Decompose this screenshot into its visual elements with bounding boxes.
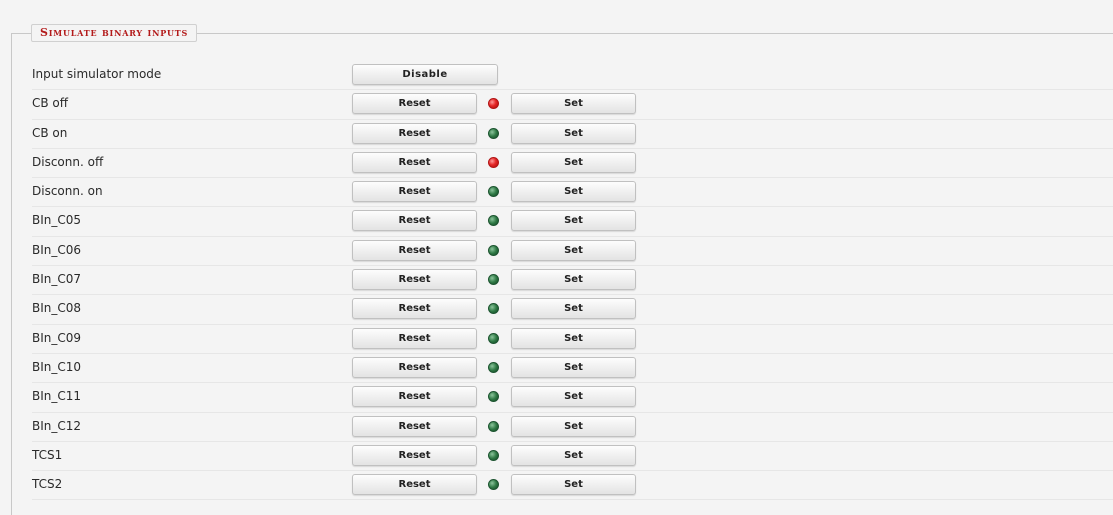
- set-button-bin-c08[interactable]: Set: [511, 298, 636, 320]
- reset-button-cb-off[interactable]: Reset: [352, 93, 477, 115]
- set-button-tcs2[interactable]: Set: [511, 474, 636, 496]
- status-led-icon: [488, 215, 499, 227]
- binary-input-label: BIn_C09: [32, 330, 82, 345]
- set-button-cb-on[interactable]: Set: [511, 122, 636, 144]
- section-title: Simulate binary inputs: [31, 24, 198, 42]
- reset-button-bin-c05[interactable]: Reset: [352, 210, 477, 232]
- reset-button-bin-c10[interactable]: Reset: [352, 356, 477, 378]
- set-button-bin-c06[interactable]: Set: [511, 239, 636, 261]
- reset-button-disconn-on[interactable]: Reset: [352, 181, 477, 203]
- binary-input-label: TCS2: [32, 477, 63, 492]
- input-simulator-mode-label: Input simulator mode: [32, 67, 162, 81]
- reset-button-cb-on[interactable]: Reset: [352, 122, 477, 144]
- status-led-icon: [488, 391, 499, 403]
- status-led-icon: [488, 479, 499, 491]
- binary-input-row-cb-off: CB off Reset Set: [32, 90, 1113, 120]
- reset-button-bin-c06[interactable]: Reset: [352, 239, 477, 261]
- set-button-bin-c11[interactable]: Set: [511, 386, 636, 408]
- binary-input-label: Disconn. on: [32, 184, 103, 199]
- binary-input-row-bin-c12: BIn_C12 Reset Set: [32, 413, 1113, 443]
- binary-input-label: BIn_C06: [32, 242, 82, 257]
- reset-button-bin-c07[interactable]: Reset: [352, 269, 477, 291]
- binary-input-row-disconn-on: Disconn. on Reset Set: [32, 178, 1113, 208]
- binary-input-row-bin-c11: BIn_C11 Reset Set: [32, 383, 1113, 413]
- status-led-icon: [488, 303, 499, 315]
- binary-input-row-disconn-off: Disconn. off Reset Set: [32, 149, 1113, 179]
- reset-button-bin-c11[interactable]: Reset: [352, 386, 477, 408]
- status-led-icon: [488, 449, 499, 461]
- status-led-icon: [488, 127, 499, 139]
- set-button-bin-c07[interactable]: Set: [511, 269, 636, 291]
- binary-input-row-bin-c10: BIn_C10 Reset Set: [32, 354, 1113, 384]
- status-led-icon: [488, 274, 499, 286]
- binary-input-row-tcs1: TCS1 Reset Set: [32, 442, 1113, 472]
- binary-input-label: BIn_C05: [32, 213, 82, 228]
- binary-input-label: BIn_C12: [32, 418, 82, 433]
- input-simulator-mode-row: Input simulator mode Disable: [32, 61, 1113, 91]
- status-led-icon: [488, 361, 499, 373]
- status-led-icon: [488, 156, 499, 168]
- set-button-disconn-on[interactable]: Set: [511, 181, 636, 203]
- binary-input-label: BIn_C07: [32, 272, 82, 287]
- set-button-bin-c10[interactable]: Set: [511, 356, 636, 378]
- set-button-bin-c12[interactable]: Set: [511, 415, 636, 437]
- set-button-bin-c09[interactable]: Set: [511, 327, 636, 349]
- status-led-icon: [488, 186, 499, 198]
- binary-input-label: Disconn. off: [32, 154, 104, 169]
- binary-input-label: BIn_C08: [32, 301, 82, 316]
- binary-input-row-bin-c09: BIn_C09 Reset Set: [32, 325, 1113, 355]
- binary-input-row-bin-c08: BIn_C08 Reset Set: [32, 295, 1113, 325]
- binary-input-row-bin-c07: BIn_C07 Reset Set: [32, 266, 1113, 296]
- reset-button-tcs1[interactable]: Reset: [352, 444, 477, 466]
- binary-input-label: TCS1: [32, 447, 63, 462]
- reset-button-disconn-off[interactable]: Reset: [352, 151, 477, 173]
- binary-input-label: BIn_C11: [32, 389, 82, 404]
- binary-input-label: BIn_C10: [32, 359, 82, 374]
- binary-input-row-cb-on: CB on Reset Set: [32, 120, 1113, 150]
- set-button-disconn-off[interactable]: Set: [511, 151, 636, 173]
- disable-simulator-button[interactable]: Disable: [352, 64, 498, 85]
- status-led-icon: [488, 244, 499, 256]
- binary-input-label: CB off: [32, 96, 69, 111]
- reset-button-bin-c08[interactable]: Reset: [352, 298, 477, 320]
- reset-button-tcs2[interactable]: Reset: [352, 474, 477, 496]
- binary-input-row-tcs2: TCS2 Reset Set: [32, 471, 1113, 501]
- binary-input-label: CB on: [32, 125, 68, 140]
- status-led-icon: [488, 98, 499, 110]
- binary-inputs-list: Input simulator mode Disable CB off Reset…: [32, 61, 1113, 501]
- reset-button-bin-c12[interactable]: Reset: [352, 415, 477, 437]
- status-led-icon: [488, 332, 499, 344]
- set-button-bin-c05[interactable]: Set: [511, 210, 636, 232]
- status-led-icon: [488, 420, 499, 432]
- reset-button-bin-c09[interactable]: Reset: [352, 327, 477, 349]
- binary-input-row-bin-c05: BIn_C05 Reset Set: [32, 207, 1113, 238]
- binary-input-row-bin-c06: BIn_C06 Reset Set: [32, 237, 1113, 267]
- set-button-cb-off[interactable]: Set: [511, 93, 636, 115]
- set-button-tcs1[interactable]: Set: [511, 444, 636, 466]
